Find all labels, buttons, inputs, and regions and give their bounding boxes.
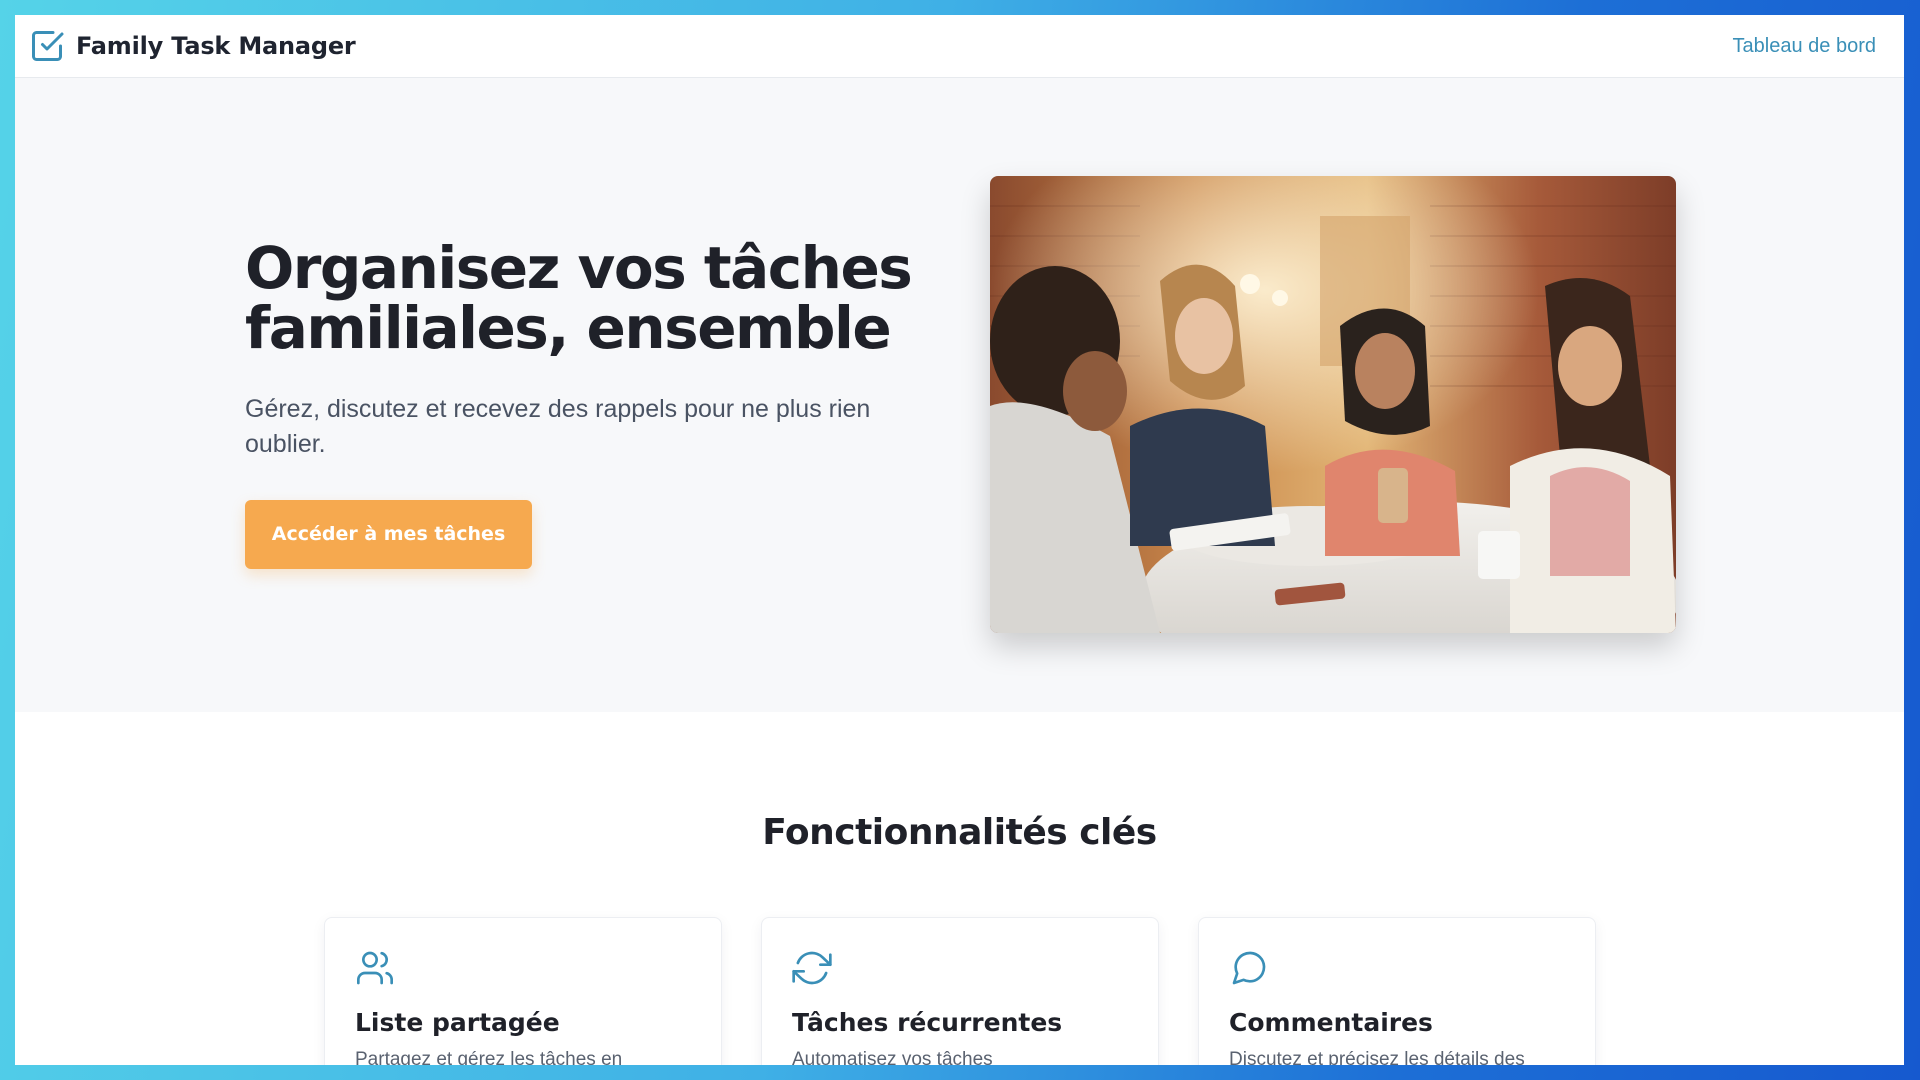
feature-title: Commentaires <box>1229 1008 1433 1037</box>
hero-photo-women-at-cafe <box>990 176 1676 633</box>
chat-bubble-icon <box>1232 951 1266 985</box>
top-navbar: Family Task Manager Tableau de bord <box>15 15 1904 78</box>
dashboard-link[interactable]: Tableau de bord <box>1733 35 1876 58</box>
refresh-icon <box>792 951 832 985</box>
app-window: Family Task Manager Tableau de bord Orga… <box>15 15 1904 1065</box>
hero-section: Organisez vos tâches familiales, ensembl… <box>15 78 1904 712</box>
feature-card-shared-list: Liste partagée Partagez et gérez les tâc… <box>324 917 722 1065</box>
features-section: Fonctionnalités clés Liste partagée Part… <box>15 712 1904 1065</box>
hero-title: Organisez vos tâches familiales, ensembl… <box>245 238 945 358</box>
feature-description: Partagez et gérez les tâches en <box>355 1049 623 1065</box>
feature-title: Liste partagée <box>355 1008 560 1037</box>
feature-card-recurring-tasks: Tâches récurrentes Automatisez vos tâche… <box>761 917 1159 1065</box>
app-title: Family Task Manager <box>76 32 356 60</box>
hero-subtitle: Gérez, discutez et recevez des rappels p… <box>245 395 871 458</box>
hero-text: Organisez vos tâches familiales, ensembl… <box>245 238 945 569</box>
checkbox-check-icon <box>28 27 66 65</box>
brand[interactable]: Family Task Manager <box>28 27 356 65</box>
features-heading: Fonctionnalités clés <box>762 812 1157 853</box>
hero-title-line-1: Organisez vos tâches <box>245 234 913 302</box>
feature-description: Discutez et précisez les détails des <box>1229 1049 1525 1065</box>
hero-title-line-2: familiales, ensemble <box>245 294 892 362</box>
feature-description: Automatisez vos tâches <box>792 1049 993 1065</box>
feature-title: Tâches récurrentes <box>792 1008 1063 1037</box>
go-to-tasks-button[interactable]: Accéder à mes tâches <box>245 500 532 569</box>
users-icon <box>357 951 393 985</box>
feature-card-comments: Commentaires Discutez et précisez les dé… <box>1198 917 1596 1065</box>
